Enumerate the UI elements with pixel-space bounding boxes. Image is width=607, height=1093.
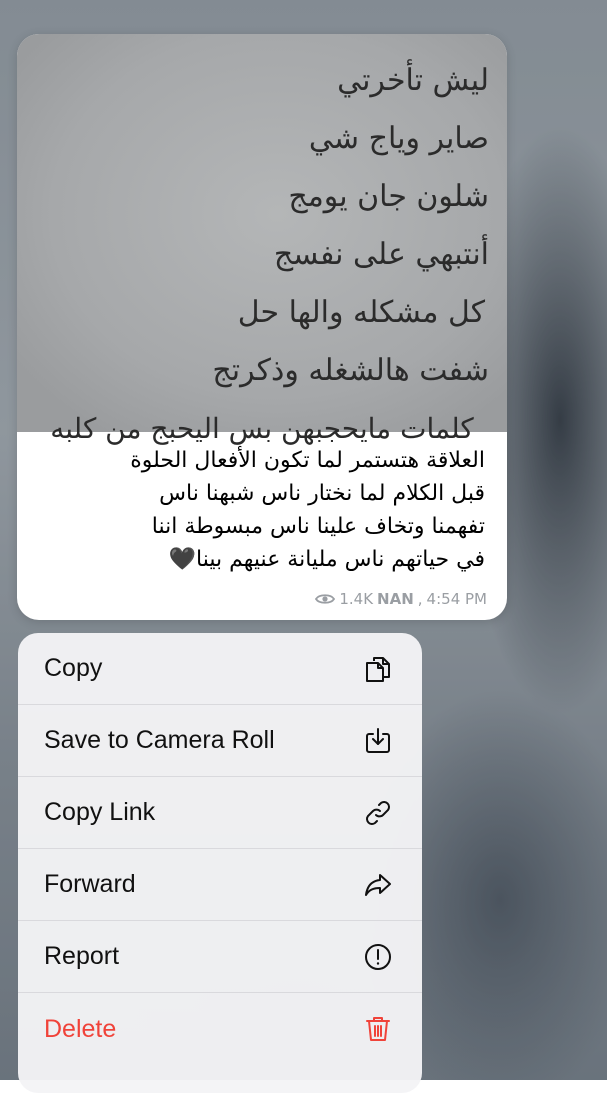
menu-item-label: Forward <box>44 870 136 898</box>
menu-item-label: Save to Camera Roll <box>44 726 275 754</box>
save-icon <box>362 725 394 757</box>
view-count: 1.4K <box>339 590 374 608</box>
caption-line: العلاقة هتستمر لما تكون الأفعال الحلوة <box>130 448 485 473</box>
photo-text-line: شفت هالشغله وذكرتج <box>212 353 489 388</box>
message-bubble[interactable]: ليش تأخرتي صاير وياج شي شلون جان يومج أن… <box>17 34 507 620</box>
photo-text-line: شلون جان يومج <box>288 179 489 214</box>
forward-icon <box>362 869 394 901</box>
menu-item-copy-link[interactable]: Copy Link <box>18 777 422 849</box>
menu-item-label: Copy Link <box>44 798 156 826</box>
photo-text-line: ليش تأخرتي <box>337 63 489 98</box>
meta-separator: , <box>417 590 423 608</box>
photo-text-line: أنتبهي على نفسج <box>273 237 489 272</box>
message-meta: 1.4K NAN, 4:54 PM <box>315 590 487 608</box>
menu-item-report[interactable]: Report <box>18 921 422 993</box>
message-caption: العلاقة هتستمر لما تكون الأفعال الحلوة ق… <box>39 444 485 576</box>
report-icon <box>362 941 394 973</box>
menu-item-copy[interactable]: Copy <box>18 633 422 705</box>
author-signature: NAN <box>377 590 414 608</box>
caption-line: تفهمنا وتخاف علينا ناس مبسوطة اننا <box>151 514 485 539</box>
copy-icon <box>362 653 394 685</box>
photo-text-line: كل مشكله والها حل <box>237 295 485 330</box>
menu-item-label: Delete <box>44 1014 117 1043</box>
trash-icon <box>362 1013 394 1045</box>
menu-item-forward[interactable]: Forward <box>18 849 422 921</box>
context-menu: Copy Save to Camera Roll Copy Link Forwa… <box>18 633 422 1093</box>
photo-handwritten-text: ليش تأخرتي صاير وياج شي شلون جان يومج أن… <box>17 52 507 458</box>
caption-line: في حياتهم ناس مليانة عنيهم بينا🖤 <box>168 547 485 572</box>
eye-icon <box>315 594 336 604</box>
photo-text-line: صاير وياج شي <box>308 121 489 156</box>
menu-item-save-to-camera-roll[interactable]: Save to Camera Roll <box>18 705 422 777</box>
message-photo[interactable]: ليش تأخرتي صاير وياج شي شلون جان يومج أن… <box>17 34 507 445</box>
link-icon <box>362 797 394 829</box>
menu-item-label: Copy <box>44 654 103 682</box>
menu-item-label: Report <box>44 942 120 970</box>
message-time: 4:54 PM <box>426 590 487 608</box>
menu-item-delete[interactable]: Delete <box>18 993 422 1065</box>
caption-line: قبل الكلام لما نختار ناس شبهنا ناس <box>159 481 485 506</box>
